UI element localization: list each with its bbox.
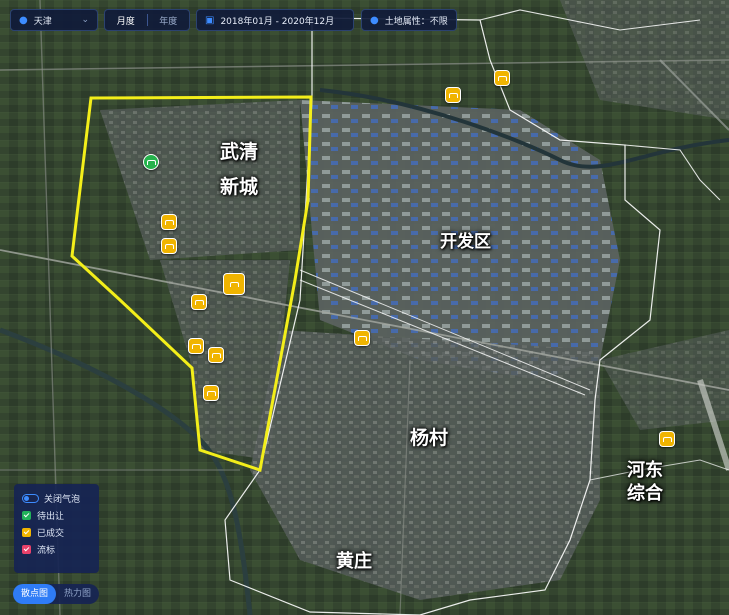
bubble-toggle-switch[interactable] xyxy=(22,494,39,503)
location-pin-icon: ● xyxy=(370,14,379,26)
tab-monthly[interactable]: 月度 xyxy=(105,14,147,27)
satellite-map[interactable] xyxy=(0,0,729,615)
date-range-picker[interactable]: ▣ 2018年01月 - 2020年12月 xyxy=(196,9,354,31)
deal-land-marker[interactable] xyxy=(223,273,245,295)
region-label-kaifaqu: 开发区 xyxy=(440,232,491,252)
deal-land-marker[interactable] xyxy=(208,347,224,363)
bubble-toggle-row[interactable]: 关闭气泡 xyxy=(22,490,91,507)
land-attribute-label: 土地属性：不限 xyxy=(384,16,448,27)
deal-land-marker[interactable] xyxy=(203,385,219,401)
region-label-huangzhuang: 黄庄 xyxy=(336,551,372,572)
pending-land-marker[interactable] xyxy=(143,154,159,170)
region-label-hedong-line2: 综合 xyxy=(627,483,663,505)
region-label-wuqing: 武清 新城 xyxy=(220,140,258,199)
deal-land-marker[interactable] xyxy=(354,330,370,346)
legend-panel: 关闭气泡 待出让 已成交 流标 xyxy=(14,484,99,573)
deal-land-marker[interactable] xyxy=(161,238,177,254)
checkbox-failed[interactable] xyxy=(22,545,31,554)
deal-land-marker[interactable] xyxy=(188,338,204,354)
legend-label-failed: 流标 xyxy=(37,546,56,556)
bubble-toggle-label: 关闭气泡 xyxy=(44,495,81,505)
city-selector[interactable]: ● 天津 ⌄ xyxy=(10,9,98,31)
region-label-yangcun: 杨村 xyxy=(410,427,449,449)
tab-heatmap-view[interactable]: 热力图 xyxy=(56,584,99,604)
location-pin-icon: ● xyxy=(19,14,28,26)
legend-item-deal[interactable]: 已成交 xyxy=(22,524,91,541)
chevron-down-icon: ⌄ xyxy=(81,15,89,25)
legend-item-pending[interactable]: 待出让 xyxy=(22,507,91,524)
period-toggle[interactable]: 月度 年度 xyxy=(104,9,190,31)
tab-yearly[interactable]: 年度 xyxy=(148,14,190,27)
legend-item-failed[interactable]: 流标 xyxy=(22,541,91,558)
region-label-wuqing-line1: 武清 xyxy=(220,141,259,163)
land-attribute-filter[interactable]: ● 土地属性：不限 xyxy=(361,9,457,31)
city-label: 天津 xyxy=(33,16,52,27)
deal-land-marker[interactable] xyxy=(494,70,510,86)
date-range-label: 2018年01月 - 2020年12月 xyxy=(220,16,335,27)
legend-label-pending: 待出让 xyxy=(37,512,65,522)
region-label-hedong-line1: 河东 xyxy=(627,460,663,481)
region-label-hedong: 河东 综合 xyxy=(627,459,663,506)
view-mode-switch[interactable]: 散点图 热力图 xyxy=(13,584,99,604)
deal-land-marker[interactable] xyxy=(445,87,461,103)
deal-land-marker[interactable] xyxy=(161,214,177,230)
deal-land-marker[interactable] xyxy=(659,431,675,447)
checkbox-pending[interactable] xyxy=(22,511,31,520)
calendar-icon: ▣ xyxy=(205,14,215,26)
region-label-wuqing-line2: 新城 xyxy=(220,175,259,198)
legend-label-deal: 已成交 xyxy=(37,529,65,539)
checkbox-deal[interactable] xyxy=(22,528,31,537)
deal-land-marker[interactable] xyxy=(191,294,207,310)
tab-scatter-view[interactable]: 散点图 xyxy=(13,584,56,604)
